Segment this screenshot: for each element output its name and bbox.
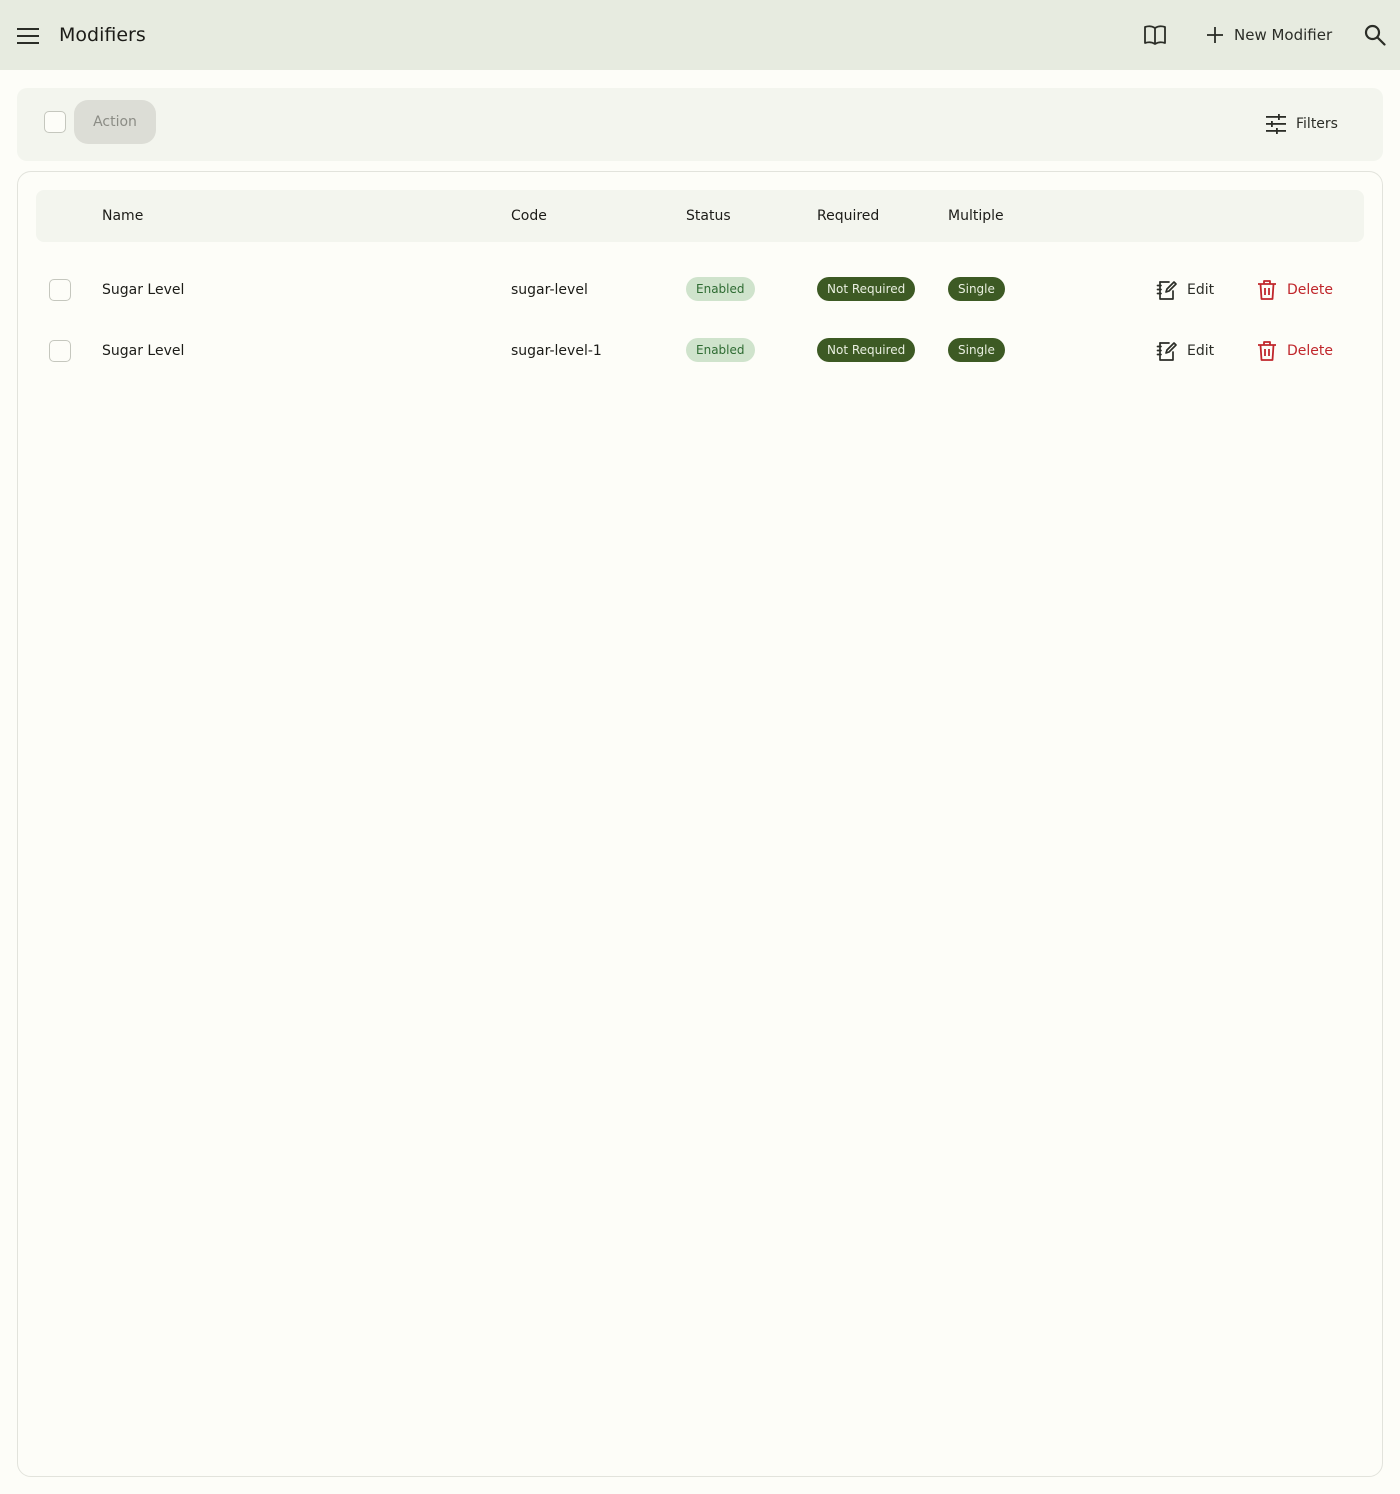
column-header-status: Status bbox=[686, 208, 731, 224]
row-checkbox[interactable] bbox=[49, 340, 71, 362]
row-code: sugar-level bbox=[511, 282, 588, 298]
table-row: Sugar Level sugar-level-1 Enabled Not Re… bbox=[18, 333, 1384, 393]
filters-button[interactable]: Filters bbox=[1261, 108, 1342, 140]
required-badge: Not Required bbox=[817, 277, 916, 301]
search-icon bbox=[1364, 24, 1386, 46]
delete-button[interactable]: Delete bbox=[1256, 335, 1333, 367]
delete-label: Delete bbox=[1287, 282, 1333, 298]
edit-label: Edit bbox=[1187, 343, 1215, 359]
search-button[interactable] bbox=[1361, 21, 1389, 49]
menu-button[interactable] bbox=[14, 22, 41, 49]
edit-label: Edit bbox=[1187, 282, 1215, 298]
row-code: sugar-level-1 bbox=[511, 343, 602, 359]
edit-button[interactable]: Edit bbox=[1156, 274, 1214, 306]
action-button[interactable]: Action bbox=[74, 100, 156, 144]
menu-icon bbox=[16, 27, 39, 44]
column-header-name: Name bbox=[102, 208, 144, 224]
modifiers-table: Name Code Status Required Multiple Sugar… bbox=[17, 171, 1383, 1477]
new-modifier-button[interactable]: New Modifier bbox=[1200, 18, 1338, 52]
app-bar: Modifiers New Modifier bbox=[0, 0, 1400, 70]
status-badge: Enabled bbox=[686, 338, 755, 362]
plus-icon bbox=[1207, 27, 1223, 43]
select-all-checkbox[interactable] bbox=[44, 111, 66, 133]
new-modifier-label: New Modifier bbox=[1234, 26, 1333, 44]
delete-label: Delete bbox=[1287, 343, 1333, 359]
bulk-toolbar: Action Filters bbox=[17, 88, 1383, 161]
table-row: Sugar Level sugar-level Enabled Not Requ… bbox=[18, 272, 1384, 332]
column-header-code: Code bbox=[511, 208, 547, 224]
page-title: Modifiers bbox=[59, 24, 146, 46]
table-header: Name Code Status Required Multiple bbox=[36, 190, 1364, 242]
column-header-multiple: Multiple bbox=[948, 208, 1004, 224]
multiple-badge: Single bbox=[948, 338, 1005, 362]
row-name: Sugar Level bbox=[102, 282, 185, 298]
trash-icon bbox=[1258, 341, 1276, 361]
delete-button[interactable]: Delete bbox=[1256, 274, 1333, 306]
status-badge: Enabled bbox=[686, 277, 755, 301]
filters-label: Filters bbox=[1296, 116, 1338, 132]
column-header-required: Required bbox=[817, 208, 880, 224]
required-badge: Not Required bbox=[817, 338, 916, 362]
row-checkbox[interactable] bbox=[49, 279, 71, 301]
row-name: Sugar Level bbox=[102, 343, 185, 359]
trash-icon bbox=[1258, 280, 1276, 300]
edit-note-icon bbox=[1156, 281, 1177, 300]
docs-button[interactable] bbox=[1141, 21, 1169, 49]
edit-button[interactable]: Edit bbox=[1156, 335, 1214, 367]
multiple-badge: Single bbox=[948, 277, 1005, 301]
book-open-icon bbox=[1144, 25, 1166, 45]
tune-icon bbox=[1266, 114, 1286, 134]
edit-note-icon bbox=[1156, 342, 1177, 361]
